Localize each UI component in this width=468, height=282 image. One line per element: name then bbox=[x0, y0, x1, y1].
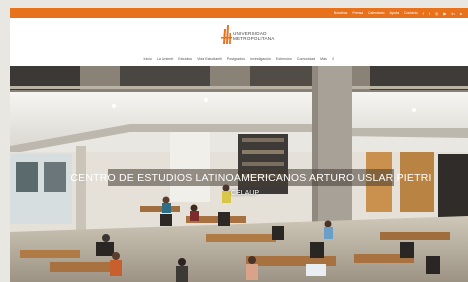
top-link-contacto[interactable]: Contacto bbox=[404, 11, 418, 15]
university-logo[interactable]: UNIVERSIDAD METROPOLITANA bbox=[221, 23, 281, 47]
nav-item-extension[interactable]: Extensión bbox=[276, 57, 292, 61]
nav-item-vida-estudiantil[interactable]: Vida Estudiantil bbox=[197, 57, 222, 61]
nav-item-mas[interactable]: Más bbox=[320, 57, 327, 61]
hero-caption-band: CENTRO DE ESTUDIOS LATINOAMERICANOS ARTU… bbox=[70, 169, 431, 186]
hero-subtitle: CELAUP bbox=[230, 190, 259, 197]
search-icon[interactable]: ⌕ bbox=[332, 56, 335, 61]
nav-item-la-unimet[interactable]: La Unimet bbox=[157, 57, 173, 61]
twitter-icon[interactable]: t bbox=[429, 11, 430, 16]
brand-name: UNIVERSIDAD METROPOLITANA bbox=[233, 31, 275, 41]
linkedin-icon[interactable]: in bbox=[451, 11, 454, 16]
site-header: UNIVERSIDAD METROPOLITANA Inicio La Unim… bbox=[10, 18, 468, 66]
top-utility-bar: Nosotros Prensa Calendario Ayuda Contact… bbox=[10, 8, 468, 18]
nav-item-postgrados[interactable]: Postgrados bbox=[227, 57, 245, 61]
nav-item-inicio[interactable]: Inicio bbox=[144, 57, 152, 61]
facebook-icon[interactable]: f bbox=[423, 11, 424, 16]
hero-banner: CENTRO DE ESTUDIOS LATINOAMERICANOS ARTU… bbox=[10, 66, 468, 282]
brand-line-2: METROPOLITANA bbox=[233, 36, 275, 41]
top-link-calendario[interactable]: Calendario bbox=[368, 11, 384, 15]
nav-item-investigacion[interactable]: Investigación bbox=[250, 57, 271, 61]
top-link-prensa[interactable]: Prensa bbox=[352, 11, 363, 15]
youtube-icon[interactable]: ▶ bbox=[443, 11, 446, 16]
main-nav: Inicio La Unimet Estudios Vida Estudiant… bbox=[10, 56, 468, 61]
instagram-icon[interactable]: ◎ bbox=[435, 11, 439, 16]
top-link-ayuda[interactable]: Ayuda bbox=[389, 11, 399, 15]
hero-title: CENTRO DE ESTUDIOS LATINOAMERICANOS ARTU… bbox=[70, 171, 432, 184]
flickr-icon[interactable]: ● bbox=[460, 11, 462, 16]
top-link-nosotros[interactable]: Nosotros bbox=[334, 11, 348, 15]
unimet-logo-mark-icon bbox=[221, 25, 232, 44]
nav-item-comunidad[interactable]: Comunidad bbox=[297, 57, 315, 61]
nav-item-estudios[interactable]: Estudios bbox=[178, 57, 192, 61]
